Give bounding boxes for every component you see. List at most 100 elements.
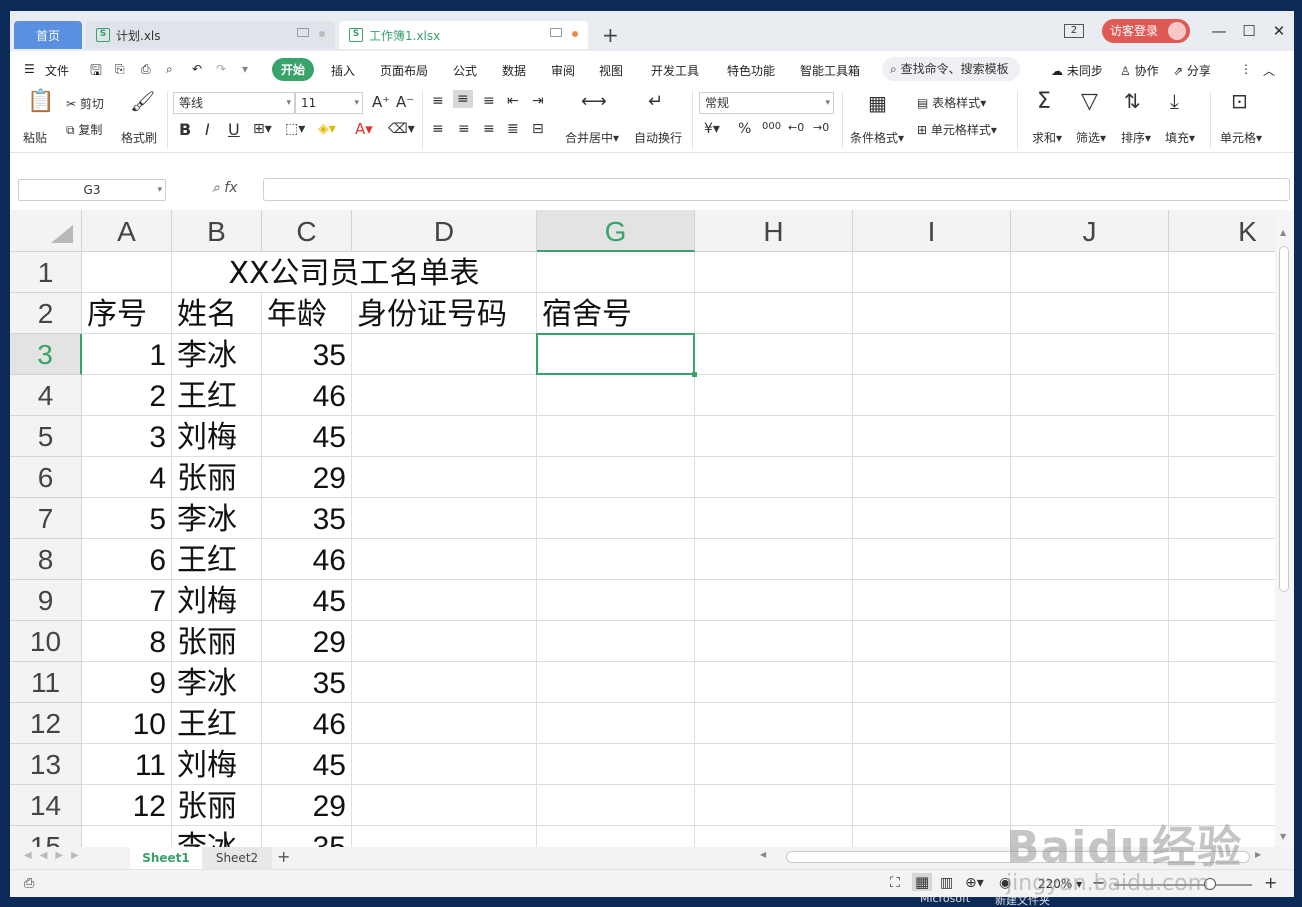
menu-special[interactable]: 特色功能 [727, 62, 775, 79]
cell[interactable]: 35 [262, 662, 352, 703]
preview-icon[interactable]: ⌕ [166, 62, 173, 77]
cell[interactable]: 张丽 [172, 621, 262, 662]
cell[interactable] [853, 703, 1011, 744]
cell[interactable] [1169, 662, 1275, 703]
cell[interactable]: 王红 [172, 375, 262, 416]
column-header-d[interactable]: D [352, 210, 537, 252]
cell[interactable] [695, 580, 853, 621]
cell[interactable]: 张丽 [172, 457, 262, 498]
sort-button[interactable]: 排序▾ [1121, 129, 1151, 146]
cell[interactable] [1011, 744, 1169, 785]
cell[interactable] [1169, 293, 1275, 334]
cell[interactable]: 7 [82, 580, 172, 621]
fill-shape-icon[interactable]: ⬚▾ [285, 121, 305, 137]
row-header-4[interactable]: 4 [10, 375, 82, 416]
column-header-a[interactable]: A [82, 210, 172, 252]
cell[interactable] [537, 580, 695, 621]
cell[interactable] [695, 375, 853, 416]
cell[interactable] [853, 580, 1011, 621]
cell[interactable] [352, 703, 537, 744]
cell[interactable]: 1 [82, 334, 172, 375]
cell[interactable]: 29 [262, 457, 352, 498]
align-bottom-icon[interactable]: ≡ [483, 93, 495, 109]
cell[interactable] [82, 826, 172, 847]
cell[interactable]: 2 [82, 375, 172, 416]
cell[interactable]: 35 [262, 498, 352, 539]
cell[interactable] [853, 744, 1011, 785]
filter-button[interactable]: 筛选▾ [1076, 129, 1106, 146]
cell[interactable] [853, 539, 1011, 580]
column-header-g[interactable]: G [537, 210, 695, 252]
maximize-button[interactable]: ☐ [1234, 22, 1264, 40]
collapse-ribbon-icon[interactable]: ︿ [1263, 62, 1275, 79]
cell[interactable]: 王红 [172, 703, 262, 744]
clear-format-icon[interactable]: ⌫▾ [388, 121, 415, 137]
cell[interactable] [853, 662, 1011, 703]
name-box[interactable]: G3 [18, 179, 166, 201]
cell[interactable] [352, 826, 537, 847]
indent-increase-icon[interactable]: ⇥ [532, 93, 544, 109]
justify-icon[interactable]: ≣ [507, 121, 519, 137]
horizontal-scroll-thumb[interactable] [786, 851, 1250, 863]
decimal-decrease-icon[interactable]: →0 [813, 121, 829, 134]
more-arrow-icon[interactable]: ▾ [242, 62, 248, 76]
column-header-b[interactable]: B [172, 210, 262, 252]
cell[interactable] [352, 334, 537, 375]
cell[interactable]: 李冰 [172, 498, 262, 539]
cell[interactable]: 45 [262, 580, 352, 621]
menu-insert[interactable]: 插入 [331, 62, 355, 79]
cell[interactable] [695, 539, 853, 580]
export-icon[interactable]: ⎘ [115, 62, 125, 77]
cell-icon[interactable]: ⊡ [1231, 89, 1248, 113]
row-header-14[interactable]: 14 [10, 785, 82, 826]
row-header-6[interactable]: 6 [10, 457, 82, 498]
cell[interactable] [352, 539, 537, 580]
tab-home[interactable]: 首页 [14, 21, 82, 49]
merge-icon[interactable]: ⟷ [581, 91, 607, 112]
decimal-increase-icon[interactable]: ←0 [788, 121, 804, 134]
font-shrink-icon[interactable]: A⁻ [396, 93, 414, 111]
font-family-select[interactable]: 等线 [173, 92, 295, 114]
cell[interactable] [695, 744, 853, 785]
cell[interactable] [1169, 826, 1275, 847]
cell[interactable]: 李冰 [172, 826, 262, 847]
cell[interactable]: 45 [262, 744, 352, 785]
share-button[interactable]: ⇗ 分享 [1173, 62, 1211, 79]
menu-formula[interactable]: 公式 [453, 62, 477, 79]
column-header-c[interactable]: C [262, 210, 352, 252]
cell[interactable]: 3 [82, 416, 172, 457]
fx-icon[interactable]: fx [224, 180, 237, 196]
cell[interactable] [1011, 621, 1169, 662]
cell[interactable] [1169, 621, 1275, 662]
header-cell[interactable]: 姓名 [172, 293, 262, 334]
cell[interactable] [853, 826, 1011, 847]
add-sheet-icon[interactable]: + [277, 847, 290, 866]
cell[interactable] [1169, 416, 1275, 457]
cell[interactable] [695, 252, 853, 293]
cell[interactable] [1011, 252, 1169, 293]
cell[interactable]: 46 [262, 375, 352, 416]
cell[interactable] [537, 375, 695, 416]
cell[interactable]: 11 [82, 744, 172, 785]
cell[interactable]: 35 [262, 826, 352, 847]
menu-view[interactable]: 视图 [599, 62, 623, 79]
header-cell[interactable]: 年龄 [262, 293, 352, 334]
thousands-button[interactable]: 000 [762, 121, 781, 132]
cell[interactable]: 张丽 [172, 785, 262, 826]
macro-icon[interactable]: ⎙ [24, 876, 34, 891]
login-button[interactable]: 访客登录 [1101, 19, 1190, 43]
cell[interactable] [853, 498, 1011, 539]
sort-icon[interactable]: ⇅ [1124, 89, 1141, 113]
cell[interactable] [537, 703, 695, 744]
cell[interactable] [537, 539, 695, 580]
cell[interactable] [695, 621, 853, 662]
border-icon[interactable]: ⊞▾ [253, 121, 272, 137]
cell[interactable]: 王红 [172, 539, 262, 580]
cell[interactable]: 刘梅 [172, 744, 262, 785]
paste-icon[interactable]: 📋 [27, 89, 54, 114]
cell[interactable] [695, 293, 853, 334]
spreadsheet-grid[interactable]: A B C D G H I J K 1 2 序号 姓名 年龄 身份证号码 宿舍号 3 1 李冰 35 4 2 王红 46 5 3 刘… [10, 210, 1275, 847]
undo-icon[interactable]: ↶ [192, 62, 202, 76]
collab-button[interactable]: ♙ 协作 [1120, 62, 1159, 79]
font-grow-icon[interactable]: A⁺ [372, 93, 390, 111]
